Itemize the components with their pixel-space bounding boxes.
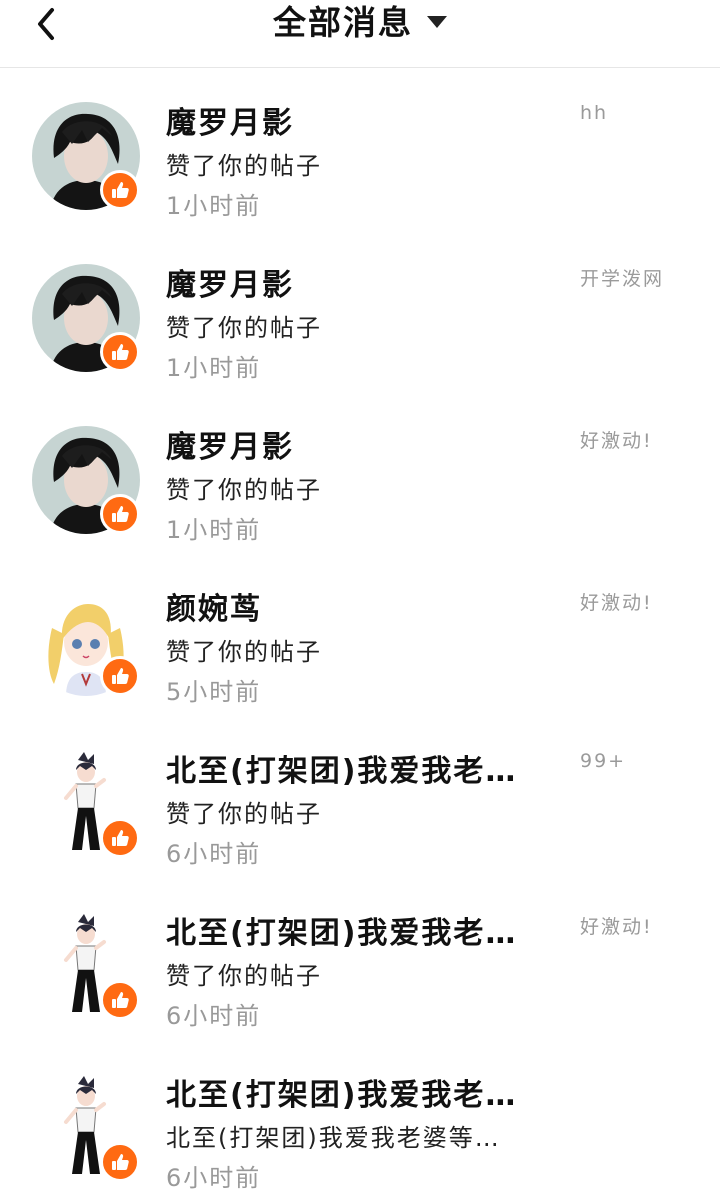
like-badge <box>100 332 140 372</box>
avatar[interactable] <box>32 912 140 1020</box>
like-badge <box>100 656 140 696</box>
post-preview[interactable]: 99+ <box>580 750 626 772</box>
thumbs-up-icon <box>112 830 129 846</box>
avatar[interactable] <box>32 264 140 372</box>
page-title: 全部消息 <box>273 3 413 42</box>
thumbs-up-icon <box>112 182 129 198</box>
post-preview[interactable]: 开学泼网 <box>580 264 664 291</box>
sender-name[interactable]: 魔罗月影 <box>166 260 294 304</box>
post-preview[interactable]: 好激动! <box>580 588 653 615</box>
message-item[interactable]: 北至(打架团)我爱我老… 赞了你的帖子 6小时前 99+ <box>0 716 720 878</box>
message-time: 6小时前 <box>166 1002 262 1030</box>
message-item[interactable]: 魔罗月影 赞了你的帖子 1小时前 hh <box>0 68 720 230</box>
post-preview[interactable]: hh <box>580 102 608 124</box>
message-item[interactable]: 北至(打架团)我爱我老… 赞了你的帖子 6小时前 好激动! <box>0 878 720 1040</box>
avatar[interactable] <box>32 1074 140 1182</box>
message-filter-dropdown[interactable]: 全部消息 <box>0 0 720 42</box>
message-action: 赞了你的帖子 <box>166 962 322 990</box>
message-action: 赞了你的帖子 <box>166 638 322 666</box>
avatar[interactable] <box>32 588 140 696</box>
message-action: 赞了你的帖子 <box>166 314 322 342</box>
top-bar: 全部消息 <box>0 0 720 68</box>
sender-name[interactable]: 颜婉茑 <box>166 584 262 628</box>
thumbs-up-icon <box>112 992 129 1008</box>
avatar[interactable] <box>32 102 140 210</box>
thumbs-up-icon <box>112 668 129 684</box>
sender-name[interactable]: 魔罗月影 <box>166 98 294 142</box>
message-list: 魔罗月影 赞了你的帖子 1小时前 hh 魔罗月影 赞了你的帖子 1小时前 开学泼… <box>0 68 720 1202</box>
message-time: 1小时前 <box>166 192 262 220</box>
like-badge <box>100 1142 140 1182</box>
sender-name[interactable]: 北至(打架团)我爱我老… <box>166 746 517 790</box>
message-item[interactable]: 北至(打架团)我爱我老… 北至(打架团)我爱我老婆等… 6小时前 <box>0 1040 720 1202</box>
thumbs-up-icon <box>112 1154 129 1170</box>
post-preview[interactable]: 好激动! <box>580 912 653 939</box>
like-badge <box>100 818 140 858</box>
message-time: 1小时前 <box>166 516 262 544</box>
message-action: 赞了你的帖子 <box>166 800 322 828</box>
like-badge <box>100 170 140 210</box>
avatar[interactable] <box>32 426 140 534</box>
post-preview[interactable]: 好激动! <box>580 426 653 453</box>
like-badge <box>100 980 140 1020</box>
sender-name[interactable]: 北至(打架团)我爱我老… <box>166 908 517 952</box>
message-item[interactable]: 颜婉茑 赞了你的帖子 5小时前 好激动! <box>0 554 720 716</box>
message-action: 赞了你的帖子 <box>166 152 322 180</box>
like-badge <box>100 494 140 534</box>
message-item[interactable]: 魔罗月影 赞了你的帖子 1小时前 好激动! <box>0 392 720 554</box>
thumbs-up-icon <box>112 344 129 360</box>
message-item[interactable]: 魔罗月影 赞了你的帖子 1小时前 开学泼网 <box>0 230 720 392</box>
message-time: 5小时前 <box>166 678 262 706</box>
thumbs-up-icon <box>112 506 129 522</box>
caret-down-icon <box>427 16 447 28</box>
message-time: 6小时前 <box>166 840 262 868</box>
message-time: 6小时前 <box>166 1164 262 1192</box>
message-action: 赞了你的帖子 <box>166 476 322 504</box>
message-action: 北至(打架团)我爱我老婆等… <box>166 1124 501 1152</box>
message-time: 1小时前 <box>166 354 262 382</box>
sender-name[interactable]: 魔罗月影 <box>166 422 294 466</box>
sender-name[interactable]: 北至(打架团)我爱我老… <box>166 1070 517 1114</box>
avatar[interactable] <box>32 750 140 858</box>
